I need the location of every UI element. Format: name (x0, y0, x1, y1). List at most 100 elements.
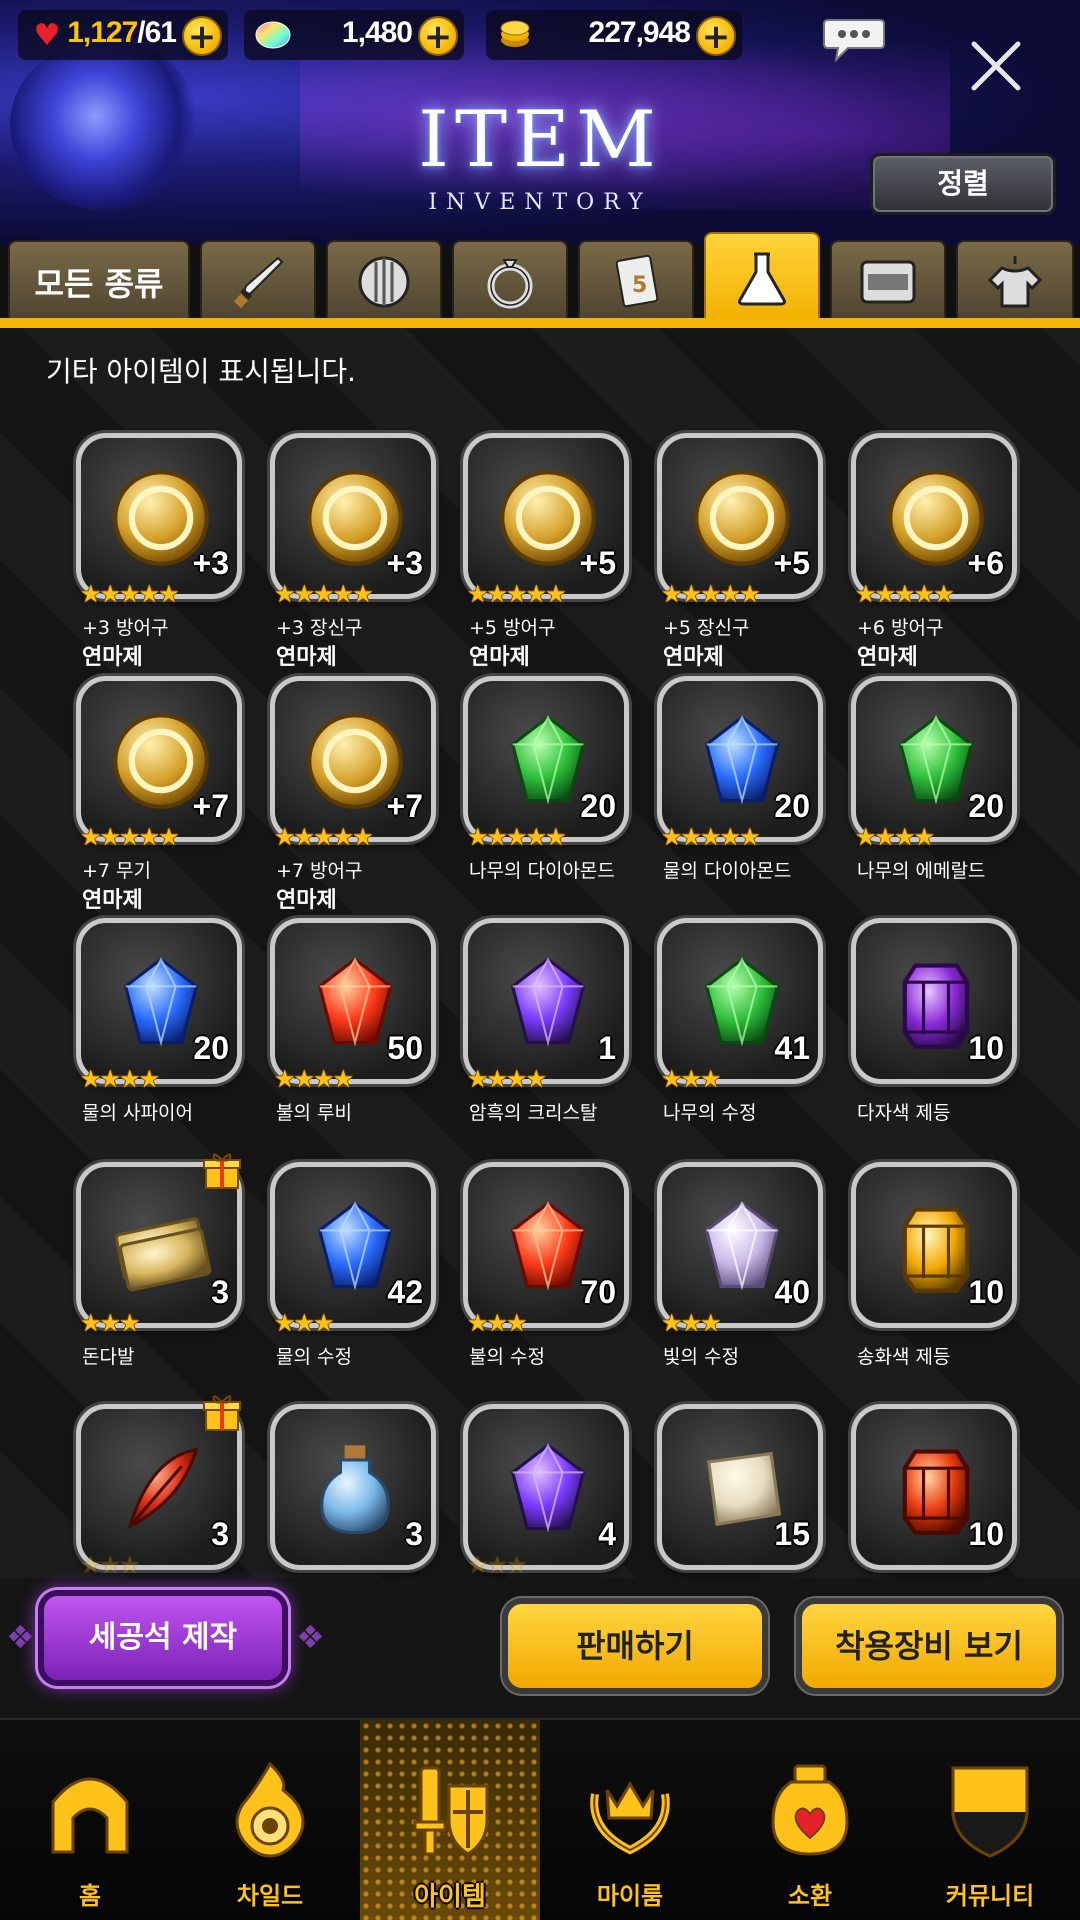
nav-myroom-label: 마이룸 (596, 1882, 664, 1910)
chat-icon[interactable] (822, 16, 886, 63)
shirt-icon (987, 256, 1043, 308)
item-count: 41 (774, 1030, 810, 1066)
tab-weapon[interactable] (200, 240, 316, 324)
nav-item[interactable]: 아이템 (360, 1720, 540, 1920)
add-hearts-button[interactable]: + (182, 16, 222, 56)
rarity-stars: ★★★★★ (274, 823, 374, 851)
inventory-item[interactable]: 20 ★★★★★ 나무의 다이아몬드 (463, 676, 643, 911)
inventory-item[interactable]: 4 ★★★ (463, 1404, 643, 1578)
item-slot[interactable]: +3 (76, 433, 242, 599)
item-slot[interactable]: 1 (463, 918, 629, 1084)
inventory-item[interactable]: +5 ★★★★★ +5 방어구 연마제 (463, 433, 643, 670)
inventory-item[interactable]: +3 ★★★★★ +3 방어구 연마제 (76, 433, 256, 670)
inventory-item[interactable]: +5 ★★★★★ +5 장신구 연마제 (657, 433, 837, 670)
inventory-item[interactable]: 41 ★★★ 나무의 수정 (657, 918, 837, 1153)
craft-stone-button[interactable]: 세공석 제작 (38, 1590, 288, 1686)
gems-counter: 1,480 + (244, 10, 464, 60)
hearts-current: 1,127 (67, 16, 138, 49)
tab-costume[interactable] (956, 240, 1074, 324)
item-slot[interactable]: +6 (851, 433, 1017, 599)
inventory-item[interactable]: 3 (270, 1404, 450, 1578)
inventory-item[interactable]: 10 다자색 제등 (851, 918, 1031, 1153)
item-slot[interactable]: 10 (851, 1404, 1017, 1570)
tab-card[interactable]: 5 (578, 240, 694, 324)
item-slot[interactable]: 15 (657, 1404, 823, 1570)
tab-card-frame[interactable] (830, 240, 946, 324)
inventory-item[interactable]: 20 ★★★★ 물의 사파이어 (76, 918, 256, 1153)
inventory-item[interactable]: +3 ★★★★★ +3 장신구 연마제 (270, 433, 450, 670)
item-slot[interactable]: 4 (463, 1404, 629, 1570)
nav-summon-label: 소환 (787, 1882, 833, 1910)
item-count: 3 (405, 1516, 423, 1552)
inventory-item[interactable]: 3 ★★★ (76, 1395, 256, 1578)
item-slot[interactable]: 40 (657, 1162, 823, 1328)
inventory-item[interactable]: 3 ★★★ 돈다발 (76, 1153, 256, 1397)
close-icon[interactable] (966, 36, 1026, 96)
item-slot[interactable]: 20 (76, 918, 242, 1084)
item-slot[interactable]: 20 (851, 676, 1017, 842)
inventory-item[interactable]: 70 ★★★ 불의 수정 (463, 1162, 643, 1397)
home-icon (51, 1777, 129, 1854)
tab-etc[interactable] (704, 232, 820, 324)
shield-icon (358, 256, 410, 308)
item-slot[interactable]: 10 (851, 918, 1017, 1084)
rarity-stars: ★★★★★ (467, 580, 567, 608)
add-gold-button[interactable]: + (696, 16, 736, 56)
tab-armor[interactable] (326, 240, 442, 324)
ring-icon (487, 259, 533, 309)
inventory-item[interactable]: +6 ★★★★★ +6 방어구 연마제 (851, 433, 1031, 670)
inventory-item[interactable]: 10 송화색 제등 (851, 1162, 1031, 1397)
item-slot[interactable]: 20 (463, 676, 629, 842)
item-type: 연마제 (276, 645, 337, 670)
item-slot[interactable]: +7 (270, 676, 436, 842)
item-count: 20 (580, 788, 616, 824)
money-item-icon (114, 1217, 212, 1292)
item-count: 70 (580, 1274, 616, 1310)
inventory-item[interactable]: 42 ★★★ 물의 수정 (270, 1162, 450, 1397)
wing-right-icon: ❖ (296, 1618, 325, 1656)
nav-home[interactable]: 홈 (0, 1720, 180, 1920)
item-slot[interactable]: +5 (657, 433, 823, 599)
item-slot[interactable]: 50 (270, 918, 436, 1084)
tab-all[interactable]: 모든 종류 (8, 240, 190, 324)
inventory-item[interactable]: 1 ★★★★ 암흑의 크리스탈 (463, 918, 643, 1153)
item-slot[interactable]: 20 (657, 676, 823, 842)
inventory-item[interactable]: +7 ★★★★★ +7 무기 연마제 (76, 676, 256, 913)
card-icon: 5 (615, 254, 659, 308)
view-equipped-button[interactable]: 착용장비 보기 (796, 1598, 1062, 1694)
item-slot[interactable]: 42 (270, 1162, 436, 1328)
item-count: 20 (968, 788, 1004, 824)
inventory-item[interactable]: 20 ★★★★★ 물의 다이아몬드 (657, 676, 837, 911)
myroom-icon (590, 1781, 670, 1855)
inventory-item[interactable]: 10 (851, 1404, 1031, 1578)
inventory-item[interactable]: 50 ★★★★ 불의 루비 (270, 918, 450, 1153)
add-gems-button[interactable]: + (418, 16, 458, 56)
nav-myroom[interactable]: 마이룸 (540, 1720, 720, 1920)
item-slot[interactable]: 3 (270, 1404, 436, 1570)
item-slot[interactable]: +3 (270, 433, 436, 599)
item-slot[interactable]: 70 (463, 1162, 629, 1328)
nav-child[interactable]: 차일드 (180, 1720, 360, 1920)
item-name: 나무의 다이아몬드 (469, 860, 615, 882)
item-count: 15 (774, 1516, 810, 1552)
sell-button[interactable]: 판매하기 (502, 1598, 768, 1694)
item-slot[interactable]: +5 (463, 433, 629, 599)
inventory-item[interactable]: 20 ★★★★ 나무의 에메랄드 (851, 676, 1031, 911)
summon-icon (771, 1764, 849, 1856)
item-slot[interactable]: 10 (851, 1162, 1017, 1328)
sort-button[interactable]: 정렬 (870, 153, 1056, 215)
tab-accessory[interactable] (452, 240, 568, 324)
item-type: 연마제 (663, 645, 724, 670)
rarity-stars: ★★★★★ (80, 823, 180, 851)
item-slot[interactable]: +7 (76, 676, 242, 842)
inventory-item[interactable]: 15 (657, 1404, 837, 1578)
item-count: +6 (967, 545, 1004, 581)
gold-counter: 227,948 + (486, 10, 742, 60)
nav-summon[interactable]: 소환 (720, 1720, 900, 1920)
item-name: 돈다발 (82, 1346, 135, 1368)
item-slot[interactable]: 41 (657, 918, 823, 1084)
nav-community[interactable]: 커뮤니티 (900, 1720, 1080, 1920)
inventory-item[interactable]: 40 ★★★ 빛의 수정 (657, 1162, 837, 1397)
inventory-item[interactable]: +7 ★★★★★ +7 방어구 연마제 (270, 676, 450, 913)
gift-icon (203, 1395, 241, 1431)
